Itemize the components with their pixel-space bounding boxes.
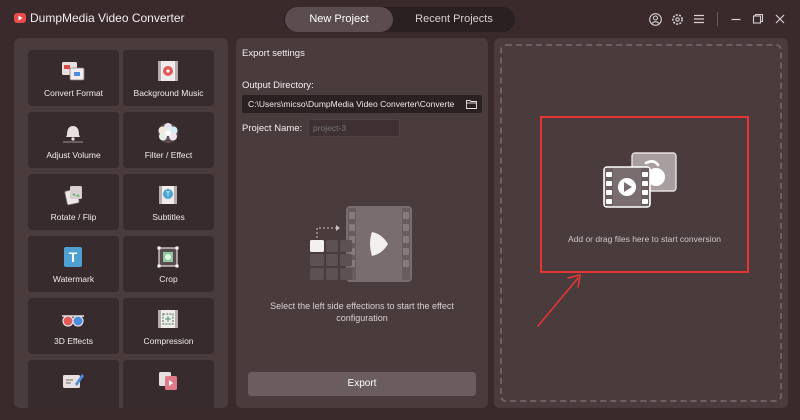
- pointer-arrow-icon: [537, 274, 581, 327]
- tool-label: Crop: [159, 274, 178, 284]
- app-title: DumpMedia Video Converter: [30, 11, 185, 25]
- background-music-icon: [158, 61, 178, 81]
- tool-convert-format[interactable]: Convert Format: [28, 50, 119, 106]
- title-separator: [717, 12, 718, 26]
- export-settings-title: Export settings: [242, 48, 305, 59]
- tool-filter-effect[interactable]: Filter / Effect: [123, 112, 214, 168]
- minimize-icon[interactable]: [728, 11, 744, 27]
- tool-watermark[interactable]: T Watermark: [28, 236, 119, 292]
- project-tabs: New Project Recent Projects: [284, 7, 515, 32]
- tool-compression[interactable]: Compression: [123, 298, 214, 354]
- tool-label: 3D Effects: [53, 336, 94, 346]
- tab-recent-projects[interactable]: Recent Projects: [393, 7, 515, 32]
- output-directory-label: Output Directory:: [242, 80, 314, 91]
- compression-icon: [158, 310, 178, 328]
- tab-new-project[interactable]: New Project: [285, 7, 393, 32]
- tool-label: Convert Format: [43, 88, 104, 98]
- tool-label: Filter / Effect: [144, 150, 193, 160]
- tools-panel: Convert Format Background Music Adjust V…: [14, 38, 228, 408]
- tool-crop[interactable]: Crop: [123, 236, 214, 292]
- tool-edit[interactable]: [28, 360, 119, 408]
- menu-icon[interactable]: [691, 11, 707, 27]
- window-controls: [647, 11, 788, 27]
- crop-icon: [157, 246, 179, 268]
- effect-hint-text: Select the left side effections to start…: [270, 301, 454, 323]
- tool-adjust-volume[interactable]: Adjust Volume: [28, 112, 119, 168]
- tool-label: Compression: [143, 336, 194, 346]
- tool-label: Subtitles: [152, 212, 185, 222]
- 3d-glasses-icon: [62, 315, 84, 327]
- tool-label: Watermark: [52, 274, 95, 284]
- svg-text:T: T: [69, 249, 78, 265]
- convert-format-icon: [62, 62, 85, 81]
- close-icon[interactable]: [772, 11, 788, 27]
- filter-effect-icon: [158, 123, 178, 143]
- add-files-icon[interactable]: [602, 151, 680, 211]
- tool-label: Adjust Volume: [46, 150, 101, 160]
- project-name-input[interactable]: [308, 119, 400, 137]
- title-bar: DumpMedia Video Converter New Project Re…: [0, 0, 800, 38]
- tool-3d-effects[interactable]: 3D Effects: [28, 298, 119, 354]
- subtitles-icon: T: [159, 186, 177, 204]
- tool-background-music[interactable]: Background Music: [123, 50, 214, 106]
- dropzone-hint-text: Add or drag files here to start conversi…: [567, 234, 722, 244]
- watermark-icon: T: [64, 247, 82, 267]
- tool-rotate-flip[interactable]: Rotate / Flip: [28, 174, 119, 230]
- project-name-label: Project Name:: [242, 123, 303, 134]
- export-settings-panel: Export settings Output Directory: C:\Use…: [236, 38, 488, 408]
- account-icon[interactable]: [647, 11, 663, 27]
- maximize-icon[interactable]: [750, 11, 766, 27]
- tool-subtitles[interactable]: T Subtitles: [123, 174, 214, 230]
- output-directory-value: C:\Users\micso\DumpMedia Video Converter…: [248, 99, 455, 109]
- tool-label: Background Music: [133, 88, 204, 98]
- app-logo-icon: [14, 13, 26, 23]
- svg-text:T: T: [166, 192, 171, 199]
- output-directory-field[interactable]: C:\Users\micso\DumpMedia Video Converter…: [242, 95, 482, 113]
- export-button[interactable]: Export: [248, 372, 476, 396]
- effect-placeholder-icon: [310, 206, 412, 282]
- settings-icon[interactable]: [669, 11, 685, 27]
- merge-icon: [159, 372, 177, 390]
- rotate-flip-icon: [64, 186, 82, 206]
- adjust-volume-icon: [63, 126, 83, 143]
- folder-icon[interactable]: [466, 99, 477, 109]
- edit-icon: [63, 374, 84, 388]
- tool-merge[interactable]: [123, 360, 214, 408]
- tool-label: Rotate / Flip: [50, 212, 97, 222]
